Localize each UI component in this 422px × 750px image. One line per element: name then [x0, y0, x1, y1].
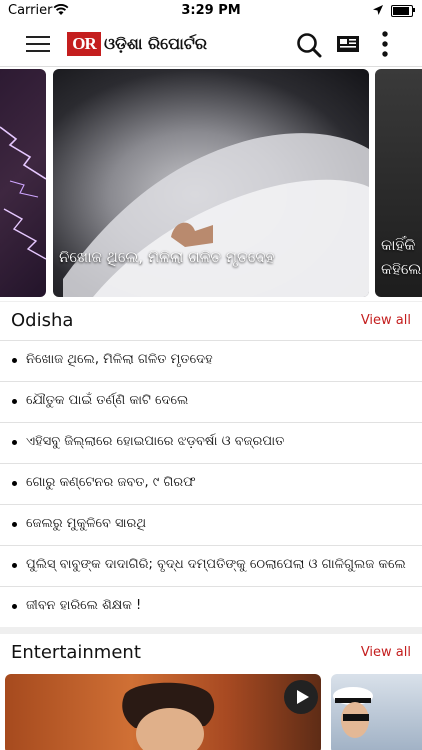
carousel-slide[interactable]: କାହିଁକି କହିଲେ	[375, 69, 422, 297]
app-logo[interactable]: OR ଓଡ଼ିଶା ରିପୋର୍ଟର	[67, 31, 207, 57]
play-icon[interactable]	[284, 680, 318, 714]
more-vert-icon[interactable]	[381, 31, 389, 57]
bullet-icon	[12, 481, 17, 486]
entertainment-view-all-link[interactable]: View all	[361, 645, 411, 660]
headline: ଜେଲରୁ ମୁକୁଳିବେ ସାରଥି	[26, 516, 147, 531]
entertainment-section-header: Entertainment View all	[0, 634, 422, 674]
battery-icon	[391, 5, 413, 17]
video-thumbnail[interactable]	[5, 674, 321, 750]
bullet-icon	[12, 522, 17, 527]
bullet-icon	[12, 399, 17, 404]
headline: ନିଖୋଜ ଥିଲେ, ମିଳିଲା ଗଳିତ ମୃତଦେହ	[26, 352, 213, 367]
battery-tip	[413, 8, 415, 12]
search-icon[interactable]	[296, 32, 322, 58]
bullet-icon	[12, 440, 17, 445]
slide-caption: ନିଖୋଜ ଥିଲେ, ମିଳିଲା ଗଳିତ ମୃତଦେହ	[59, 248, 275, 266]
list-item[interactable]: ଏହିସବୁ ଜିଲ୍ଲାରେ ହୋଇପାରେ ଝଡ଼ବର୍ଷା ଓ ବଜ୍ରପ…	[0, 422, 422, 463]
list-item[interactable]: ଗୋରୁ କଣ୍ଟେନର ଜବତ, ୯ ଗିରଫ	[0, 463, 422, 504]
bullet-icon	[12, 358, 17, 363]
logo-text: ଓଡ଼ିଶା ରିପୋର୍ଟର	[104, 34, 207, 53]
status-bar: Carrier 3:29 PM	[0, 0, 422, 22]
headline: ଗୋରୁ କଣ୍ଟେନର ଜବତ, ୯ ଗିରଫ	[26, 475, 196, 490]
list-item[interactable]: ଜୀବନ ହାରିଲେ ଶିକ୍ଷକ !	[0, 586, 422, 627]
list-item[interactable]: ପୁଲିସ୍ ବାବୁଙ୍କ ଦାଦାଗିରି; ବୃଦ୍ଧ ଦମ୍ପତିଙ୍କ…	[0, 545, 422, 586]
slide-caption: କାହିଁକି	[381, 236, 416, 254]
carousel-slide[interactable]	[0, 69, 46, 297]
headline: ଏହିସବୁ ଜିଲ୍ଲାରେ ହୋଇପାରେ ଝଡ଼ବର୍ଷା ଓ ବଜ୍ରପ…	[26, 434, 285, 449]
menu-icon[interactable]	[26, 34, 50, 54]
section-title: Odisha	[11, 310, 74, 331]
bullet-icon	[12, 563, 17, 568]
list-item[interactable]: ଯୌତୁକ ପାଇଁ ତର୍ଣ୍ଣି କାଟି ଦେଲେ	[0, 381, 422, 422]
status-time: 3:29 PM	[181, 3, 241, 18]
logo-mark: OR	[67, 32, 101, 56]
section-title: Entertainment	[11, 642, 141, 663]
thumbnail-photo	[333, 687, 373, 738]
app-bar: OR ଓଡ଼ିଶା ରିପୋର୍ଟର	[0, 22, 422, 67]
headline: ଜୀବନ ହାରିଲେ ଶିକ୍ଷକ !	[26, 598, 142, 613]
list-item[interactable]: ଜେଲରୁ ମୁକୁଳିବେ ସାରଥି	[0, 504, 422, 545]
odisha-section-header: Odisha View all	[0, 302, 422, 340]
thumbnail-photo	[122, 682, 215, 750]
carousel-slide-featured[interactable]: ନିଖୋଜ ଥିଲେ, ମିଳିଲା ଗଳିତ ମୃତଦେହ	[53, 69, 369, 297]
slide-caption: କହିଲେ	[381, 260, 422, 278]
location-arrow-icon	[373, 5, 383, 15]
odisha-news-list: ନିଖୋଜ ଥିଲେ, ମିଳିଲା ଗଳିତ ମୃତଦେହ ଯୌତୁକ ପାଇ…	[0, 340, 422, 627]
list-item[interactable]: ନିଖୋଜ ଥିଲେ, ମିଳିଲା ଗଳିତ ମୃତଦେହ	[0, 340, 422, 381]
newspaper-icon[interactable]	[336, 34, 360, 54]
top-stories-carousel[interactable]: ନିଖୋଜ ଥିଲେ, ମିଳିଲା ଗଳିତ ମୃତଦେହ କାହିଁକି କ…	[0, 67, 422, 301]
video-thumbnail[interactable]	[331, 674, 422, 750]
headline: ପୁଲିସ୍ ବାବୁଙ୍କ ଦାଦାଗିରି; ବୃଦ୍ଧ ଦମ୍ପତିଙ୍କ…	[26, 557, 406, 572]
lightning-image	[0, 126, 46, 260]
headline: ଯୌତୁକ ପାଇଁ ତର୍ଣ୍ଣି କାଟି ଦେଲେ	[26, 393, 189, 408]
bullet-icon	[12, 604, 17, 609]
entertainment-carousel[interactable]	[0, 674, 422, 750]
odisha-view-all-link[interactable]: View all	[361, 313, 411, 328]
